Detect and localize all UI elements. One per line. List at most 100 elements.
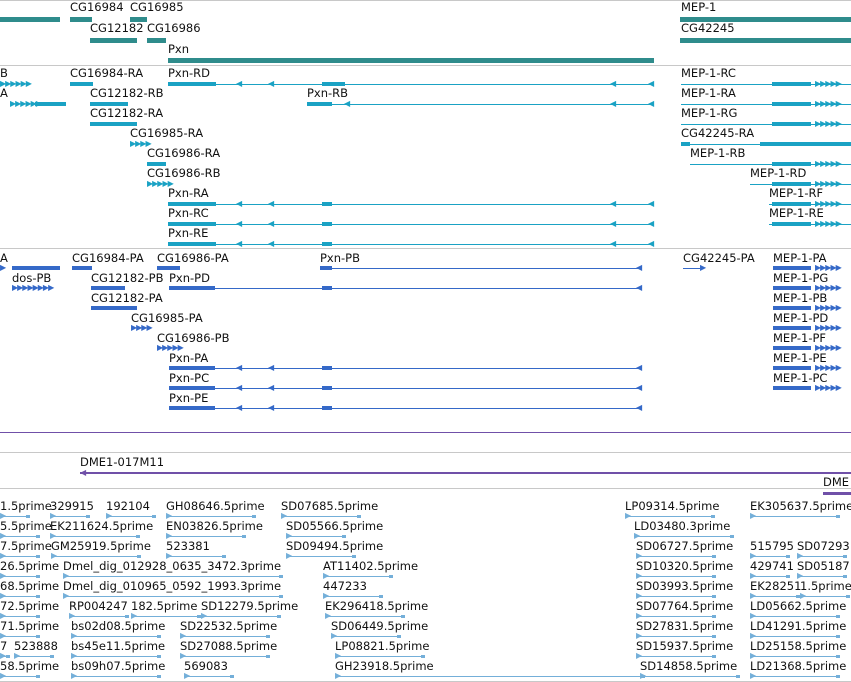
est-label: EN03826.5prime <box>166 519 263 533</box>
clone-line <box>0 432 851 433</box>
transcript-arrows: ▶▶▶▶▶▶ <box>0 79 32 88</box>
transcript-label: A <box>0 86 8 100</box>
est-end <box>222 555 226 558</box>
est-line <box>71 656 161 657</box>
strand-arrow: ◀ <box>236 383 242 392</box>
est-label: GH08646.5prime <box>166 499 265 513</box>
protein-exon <box>169 386 215 390</box>
transcript-exon <box>772 82 811 86</box>
est-line <box>636 616 716 617</box>
protein-exon <box>773 386 811 390</box>
est-label: 1.5prime <box>0 499 52 513</box>
est-label: RP004247 <box>69 599 128 613</box>
est-line <box>636 576 716 577</box>
est-line <box>750 576 790 577</box>
protein-intron <box>215 368 640 369</box>
strand-arrow: ◀ <box>648 79 654 88</box>
est-label: 329915 <box>50 499 94 513</box>
est-label: LP08821.5prime <box>335 639 430 653</box>
protein-exon <box>72 266 92 270</box>
est-end <box>836 515 840 518</box>
est-end <box>397 635 401 638</box>
strand-arrow: ◀ <box>610 219 616 228</box>
est-end <box>712 655 716 658</box>
est-line <box>71 676 161 677</box>
est-end <box>352 555 356 558</box>
strand-arrow: ◀ <box>648 239 654 248</box>
gene-feature <box>680 38 851 43</box>
est-line <box>50 516 90 517</box>
transcript-label: Pxn-RB <box>307 86 349 100</box>
est-label: SD05187 <box>797 559 850 573</box>
protein-exon <box>773 346 811 350</box>
gene-label: CG12182 <box>90 21 144 35</box>
est-label: LD25158.5prime <box>750 639 847 653</box>
strand-arrow: ◀ <box>648 99 654 108</box>
protein-label: Pxn-PE <box>169 391 209 405</box>
strand-arrow: ◀ <box>236 219 242 228</box>
est-label: 182.5prime <box>131 599 198 613</box>
clone-span <box>80 472 851 474</box>
est-end <box>157 675 161 678</box>
strand-arrow: ◀ <box>610 239 616 248</box>
est-label: SD27831.5prime <box>636 619 734 633</box>
gene-feature <box>0 17 60 22</box>
strand-arrow: ◀ <box>236 199 242 208</box>
est-line <box>131 616 201 617</box>
protein-arrows: ▶▶▶▶ <box>131 323 153 332</box>
est-line <box>634 536 734 537</box>
est-label: SD07293 <box>797 539 850 553</box>
est-end <box>712 575 716 578</box>
clone-span <box>823 492 851 495</box>
est-line <box>636 636 716 637</box>
protein-intron <box>683 268 700 269</box>
protein-exon <box>12 266 60 270</box>
est-line <box>323 596 383 597</box>
strand-arrow: ◀ <box>268 79 274 88</box>
transcript-label: Pxn-RC <box>168 206 209 220</box>
est-line <box>180 636 270 637</box>
est-end <box>6 655 10 658</box>
est-line <box>184 676 234 677</box>
est-end <box>379 595 383 598</box>
transcript-exon <box>772 122 811 126</box>
est-line <box>335 656 425 657</box>
strand-arrow: ◀ <box>268 363 274 372</box>
strand-arrow: ◀ <box>636 263 642 272</box>
est-line <box>286 556 356 557</box>
gene-label: MEP-1 <box>681 0 717 14</box>
est-end <box>836 655 840 658</box>
strand-arrow: ◀ <box>268 383 274 392</box>
protein-label: CG42245-PA <box>683 251 755 265</box>
est-label: SD05566.5prime <box>286 519 384 533</box>
est-label: 5.5prime <box>0 519 52 533</box>
transcript-intron <box>332 104 654 105</box>
gene-label: Pxn <box>168 42 190 56</box>
transcript-exon <box>307 102 332 106</box>
est-line <box>640 676 740 677</box>
est-arrow: ▶ <box>0 671 6 680</box>
transcript-exon <box>322 202 332 206</box>
strand-arrow: ◀ <box>268 219 274 228</box>
est-label: LD41291.5prime <box>750 619 847 633</box>
est-line <box>636 556 716 557</box>
est-line <box>166 536 246 537</box>
est-line <box>636 656 716 657</box>
est-line <box>166 556 226 557</box>
est-end <box>157 635 161 638</box>
protein-exon <box>773 306 811 310</box>
est-end <box>36 615 40 618</box>
est-end <box>279 595 283 598</box>
gene-label: CG16986 <box>147 21 201 35</box>
transcript-arrows: ▶▶▶▶▶ <box>815 99 842 108</box>
transcript-arrows: ▶▶▶▶▶ <box>815 119 842 128</box>
est-line <box>750 676 840 677</box>
protein-exon <box>773 266 811 270</box>
strand-arrow: ▶ <box>700 263 706 272</box>
est-end <box>137 555 141 558</box>
transcript-exon <box>772 222 811 226</box>
est-label: 58.5prime <box>0 659 60 673</box>
est-end <box>786 575 790 578</box>
est-line <box>286 536 346 537</box>
est-label: SD12279.5prime <box>201 599 299 613</box>
